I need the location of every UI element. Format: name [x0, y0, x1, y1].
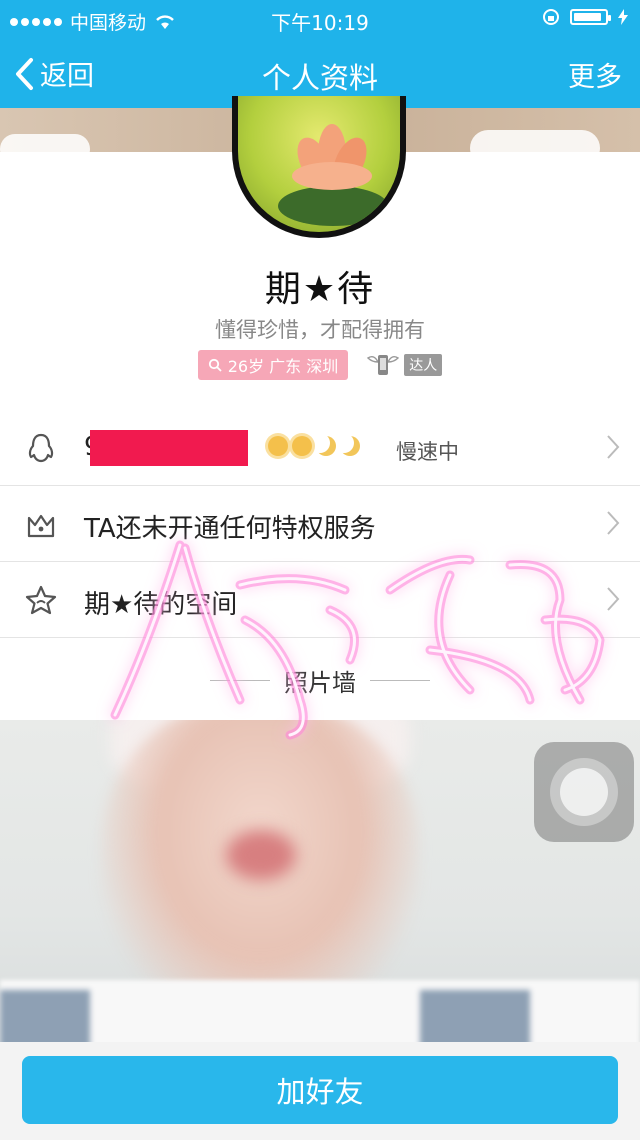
- profile-tags: 26岁 广东 深圳 达人: [0, 350, 640, 380]
- status-right: [542, 8, 628, 26]
- star-icon: [25, 585, 57, 615]
- privilege-row[interactable]: TA还未开通任何特权服务: [0, 486, 640, 562]
- info-tag[interactable]: 26岁 广东 深圳: [197, 350, 349, 380]
- add-friend-button[interactable]: 加好友: [22, 1056, 618, 1124]
- photo-wall-header: 照片墙: [0, 640, 640, 720]
- photo-wall-title: 照片墙: [284, 668, 356, 697]
- search-icon: [208, 358, 222, 372]
- more-button[interactable]: 更多: [568, 55, 622, 94]
- charging-icon: [618, 9, 628, 25]
- bottom-bar: 加好友: [0, 1042, 640, 1140]
- chevron-right-icon: [607, 435, 620, 459]
- sun-icon: [268, 436, 288, 456]
- penguin-icon: [28, 433, 54, 463]
- redaction-bar: [90, 430, 248, 466]
- daren-badge[interactable]: 达人: [366, 350, 443, 380]
- chevron-right-icon: [607, 587, 620, 611]
- winged-phone-icon: [367, 355, 400, 375]
- moon-icon: [316, 436, 336, 456]
- privilege-label: TA还未开通任何特权服务: [84, 514, 376, 544]
- level-speed-status: 慢速中: [396, 440, 459, 464]
- assistive-touch-button[interactable]: [534, 742, 634, 842]
- sun-icon: [292, 436, 312, 456]
- daren-label: 达人: [404, 354, 443, 376]
- rotation-lock-icon: [543, 9, 559, 25]
- moon-icon: [340, 436, 360, 456]
- info-tag-label: 26岁 广东 深圳: [227, 357, 339, 376]
- page-title: 个人资料: [261, 61, 378, 95]
- qzone-label: 期★待的空间: [84, 590, 238, 620]
- chevron-right-icon: [607, 511, 620, 535]
- status-bar: 中国移动 下午10:19: [0, 0, 640, 40]
- signature: 懂得珍惜，才配得拥有: [215, 318, 425, 342]
- battery-icon: [570, 9, 611, 25]
- qzone-row[interactable]: 期★待的空间: [0, 562, 640, 638]
- nickname: 期★待: [264, 269, 376, 310]
- crown-icon: [27, 514, 55, 538]
- level-icons: [268, 436, 360, 456]
- qq-level-row[interactable]: 9 慢速中: [0, 410, 640, 486]
